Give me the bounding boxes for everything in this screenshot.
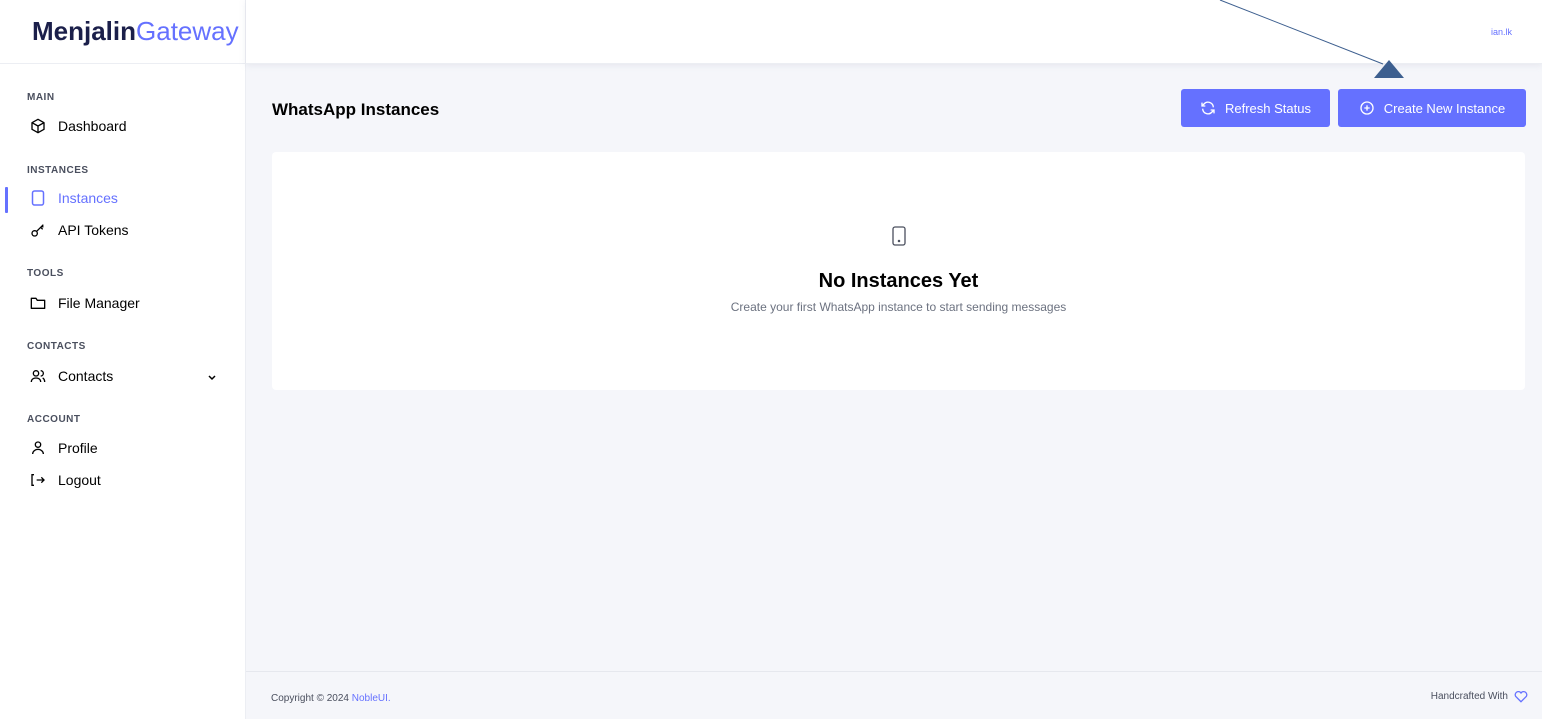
sidebar-item-label: Instances [58, 190, 118, 206]
handcrafted-text: Handcrafted With [1431, 690, 1528, 703]
brand-name-secondary: Gateway [136, 16, 239, 46]
section-account: ACCOUNT [27, 414, 81, 425]
tablet-icon [30, 190, 46, 206]
sidebar-item-label: Dashboard [58, 118, 127, 134]
logout-icon [30, 472, 46, 488]
footer: Copyright © 2024 NobleUI. Handcrafted Wi… [246, 671, 1542, 719]
sidebar-item-contacts[interactable]: Contacts [0, 364, 245, 388]
brand-logo[interactable]: Menjalin Gateway [0, 0, 245, 64]
handcrafted-label: Handcrafted With [1430, 691, 1508, 702]
refresh-status-label: Refresh Status [1225, 100, 1311, 116]
sidebar: Menjalin Gateway MAIN Dashboard INSTANCES… [0, 0, 246, 719]
tablet-icon [892, 226, 906, 251]
sidebar-item-api-tokens[interactable]: API Tokens [0, 218, 245, 242]
create-instance-button[interactable]: Create New Instance [1338, 89, 1526, 127]
brand-name-primary: Menjalin [32, 16, 137, 46]
sidebar-item-instances[interactable]: Instances [0, 186, 245, 213]
nobleui-link[interactable]: NobleUI. [352, 693, 391, 704]
top-navbar: ian.lk [246, 0, 1542, 64]
key-icon [30, 222, 46, 238]
folder-icon [30, 295, 46, 311]
section-tools: TOOLS [27, 268, 64, 279]
sidebar-item-profile[interactable]: Profile [0, 436, 245, 460]
sidebar-item-label: Contacts [58, 368, 114, 384]
copyright-text: Copyright © 2024 NobleUI. [271, 693, 391, 704]
users-icon [30, 368, 46, 384]
create-instance-label: Create New Instance [1383, 100, 1506, 116]
refresh-status-button[interactable]: Refresh Status [1181, 89, 1330, 127]
sidebar-item-label: API Tokens [58, 222, 129, 238]
section-instances: INSTANCES [27, 165, 89, 176]
section-main: MAIN [27, 92, 55, 103]
heart-icon [1514, 690, 1528, 703]
sidebar-item-label: File Manager [58, 295, 140, 311]
instances-card: No Instances Yet Create your first Whats… [272, 152, 1525, 390]
refresh-icon [1200, 100, 1216, 116]
plus-circle-icon [1359, 100, 1375, 116]
box-icon [30, 118, 46, 134]
empty-state-subtitle: Create your first WhatsApp instance to s… [730, 300, 1067, 314]
chevron-down-icon[interactable] [207, 369, 217, 385]
sidebar-item-label: Logout [58, 472, 101, 488]
sidebar-item-dashboard[interactable]: Dashboard [0, 114, 245, 138]
sidebar-item-logout[interactable]: Logout [0, 468, 245, 492]
user-icon [30, 440, 46, 456]
copyright-label: Copyright © 2024 [271, 693, 352, 704]
empty-state-title: No Instances Yet [818, 270, 979, 292]
sidebar-item-file-manager[interactable]: File Manager [0, 291, 245, 315]
sidebar-item-label: Profile [58, 440, 98, 456]
section-contacts: CONTACTS [27, 341, 86, 352]
user-menu[interactable]: ian.lk [1491, 27, 1512, 37]
page-title: WhatsApp Instances [272, 100, 440, 119]
